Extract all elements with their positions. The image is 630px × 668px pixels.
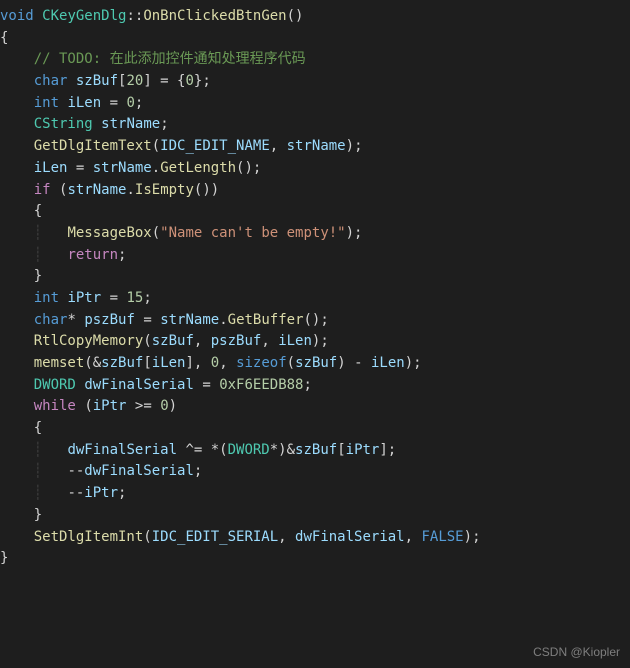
watermark: CSDN @Kiopler [533, 643, 620, 662]
code-block: void CKeyGenDlg::OnBnClickedBtnGen() { /… [0, 0, 630, 570]
kw-void: void [0, 8, 34, 24]
class-name: CKeyGenDlg [42, 8, 126, 24]
todo-comment: // TODO: 在此添加控件通知处理程序代码 [34, 51, 306, 67]
method-name: OnBnClickedBtnGen [143, 8, 286, 24]
